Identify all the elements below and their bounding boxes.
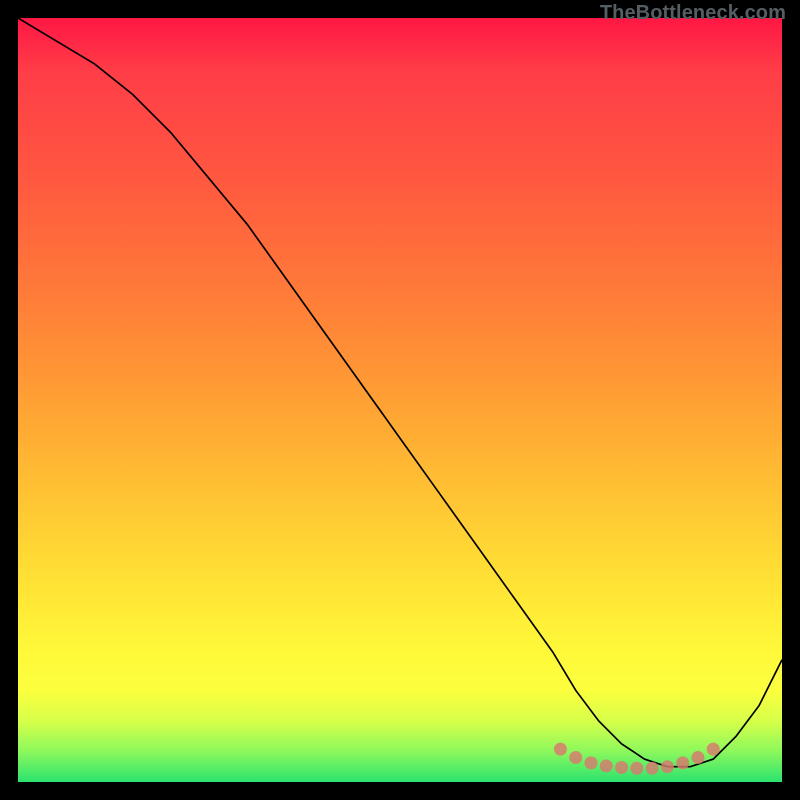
sweet-spot-dot: [707, 743, 720, 756]
watermark-text: TheBottleneck.com: [600, 2, 786, 25]
bottleneck-curve: [18, 18, 782, 767]
sweet-spot-dot: [569, 751, 582, 764]
sweet-spot-markers: [554, 743, 720, 775]
sweet-spot-dot: [646, 762, 659, 775]
sweet-spot-dot: [661, 760, 674, 773]
sweet-spot-dot: [630, 762, 643, 775]
sweet-spot-dot: [600, 759, 613, 772]
chart-frame: TheBottleneck.com: [0, 0, 800, 800]
sweet-spot-dot: [615, 761, 628, 774]
sweet-spot-dot: [676, 756, 689, 769]
sweet-spot-dot: [585, 756, 598, 769]
curve-layer: [18, 18, 782, 782]
sweet-spot-dot: [691, 751, 704, 764]
sweet-spot-dot: [554, 743, 567, 756]
